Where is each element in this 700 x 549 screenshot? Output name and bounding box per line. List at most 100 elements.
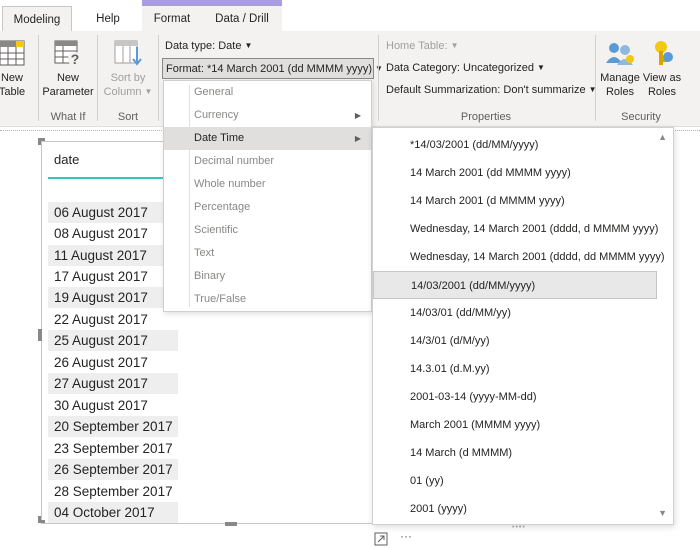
group-label-properties: Properties [460,111,512,123]
resize-handle[interactable] [38,329,42,341]
menu-item-scientific[interactable]: Scientific [164,219,371,242]
resize-handle[interactable] [38,138,41,145]
manage-roles-label-2: Roles [605,86,635,98]
chevron-right-icon: ▶ [354,134,361,143]
date-format-option[interactable]: 14/3/01 (d/M/yy) [373,327,657,355]
sort-by-column-label-1: Sort by [110,72,146,84]
separator [97,35,98,121]
view-as-roles-label-2: Roles [647,86,677,98]
format-label: Format: *14 March 2001 (dd MMMM yyyy) [166,63,372,75]
date-format-option[interactable]: 2001 (yyyy) [373,495,657,523]
date-format-option[interactable]: 14 March 2001 (dd MMMM yyyy) [373,159,657,187]
scroll-up-icon[interactable]: ▲ [658,132,667,142]
menu-item-percentage[interactable]: Percentage [164,196,371,219]
svg-text:?: ? [71,51,80,67]
view-as-roles-label-1: View as [642,72,682,84]
date-format-option[interactable]: 01 (yy) [373,467,657,495]
data-category-label: Data Category: Uncategorized [386,62,534,74]
menu-item-binary[interactable]: Binary [164,265,371,288]
focus-mode-icon[interactable] [374,532,388,546]
new-parameter-label-1: New [56,72,79,84]
menu-item-whole-number[interactable]: Whole number [164,173,371,196]
format-dropdown[interactable]: Format: *14 March 2001 (dd MMMM yyyy)▼ [162,58,383,79]
table-row: 23 September 2017 [54,441,173,456]
date-format-option[interactable]: 14 March 2001 (d MMMM yyyy) [373,187,657,215]
table-row: 30 August 2017 [54,398,148,413]
date-format-option[interactable]: 14 March (d MMMM) [373,439,657,467]
tab-format[interactable]: Format [146,6,198,32]
default-summarization-dropdown[interactable]: Default Summarization: Don't summarize ▼ [386,84,596,96]
date-format-option[interactable]: Wednesday, 14 March 2001 (dddd, dd MMMM … [373,243,665,271]
caret-down-icon: ▼ [244,41,253,50]
group-label-sort: Sort [117,111,139,123]
menu-item-general[interactable]: General [164,81,371,104]
scroll-down-icon[interactable]: ▼ [658,508,667,518]
data-type-dropdown[interactable]: Data type: Date ▼ [165,40,252,52]
manage-roles-label-1: Manage [600,72,640,84]
resize-handle[interactable] [225,522,237,526]
menu-item-currency-label: Currency [194,109,239,121]
sort-by-column-button[interactable]: Sort by Column ▼ [100,39,156,99]
table-row: 26 August 2017 [54,355,148,370]
column-header-underline [48,177,164,179]
data-category-dropdown[interactable]: Data Category: Uncategorized ▼ [386,62,545,74]
date-format-option[interactable]: Wednesday, 14 March 2001 (dddd, d MMMM y… [373,215,658,243]
power-bi-modeling-view: Modeling Help Format Data / Drill New Ta… [0,0,700,549]
menu-item-date-time[interactable]: Date Time ▶ [164,127,371,150]
table-row: 20 September 2017 [48,416,178,437]
new-table-button[interactable]: New Table [0,39,32,99]
new-table-label-2: Table [0,86,26,98]
default-summarization-label: Default Summarization: Don't summarize [386,84,586,96]
table-row: 22 August 2017 [54,312,148,327]
separator [595,35,596,121]
format-category-menu: General Currency ▶ Date Time ▶ Decimal n… [163,80,372,312]
date-time-format-menu: *14/03/2001 (dd/MM/yyyy) 14 March 2001 (… [372,127,674,525]
new-parameter-button[interactable]: ? New Parameter [42,39,94,99]
home-table-dropdown[interactable]: Home Table: ▼ [386,40,458,52]
new-table-icon [0,40,25,66]
menu-item-decimal-number[interactable]: Decimal number [164,150,371,173]
separator [158,35,159,121]
date-format-option[interactable]: 14/03/01 (dd/MM/yy) [373,299,657,327]
table-row: 06 August 2017 [48,202,178,223]
menu-item-date-time-label: Date Time [194,132,245,144]
column-header-date[interactable]: date [54,152,79,167]
view-as-roles-button[interactable]: View as Roles [642,39,682,99]
caret-down-icon: ▼ [144,87,153,96]
menu-item-true-false[interactable]: True/False [164,288,371,311]
caret-down-icon: ▼ [536,63,545,72]
tab-help[interactable]: Help [80,6,136,32]
sort-by-column-label-2: Column [103,86,142,98]
date-format-option[interactable]: 2001-03-14 (yyyy-MM-dd) [373,383,657,411]
tab-data-drill[interactable]: Data / Drill [206,6,278,32]
group-label-what-if: What If [50,111,86,123]
sort-by-column-icon [114,40,142,66]
menu-item-text[interactable]: Text [164,242,371,265]
manage-roles-button[interactable]: Manage Roles [598,39,642,99]
table-row: 08 August 2017 [54,226,148,241]
table-row: 25 August 2017 [48,330,178,351]
date-format-option-highlighted[interactable]: 14/03/2001 (dd/MM/yyyy) [373,271,657,299]
data-type-label: Data type: Date [165,40,242,52]
chevron-right-icon: ▶ [354,111,361,120]
menu-resize-grip-icon[interactable]: •••• [512,524,526,531]
new-parameter-label-2: Parameter [42,86,94,98]
table-row: 04 October 2017 [48,502,178,523]
date-format-option[interactable]: *14/03/2001 (dd/MM/yyyy) [373,131,657,159]
home-table-label: Home Table: [386,40,448,52]
caret-down-icon: ▼ [450,41,459,50]
more-options-icon[interactable]: ··· [400,529,412,543]
date-format-option[interactable]: March 2001 (MMMM yyyy) [373,411,657,439]
table-row: 17 August 2017 [54,269,148,284]
menu-item-currency[interactable]: Currency ▶ [164,104,371,127]
manage-roles-icon [606,43,634,65]
date-format-option[interactable]: 14.3.01 (d.M.yy) [373,355,657,383]
table-row: 28 September 2017 [54,484,173,499]
tab-modeling[interactable]: Modeling [2,6,72,33]
separator [38,35,39,121]
group-label-security: Security [621,111,661,123]
table-row: 11 August 2017 [48,245,178,266]
resize-handle[interactable] [38,516,41,523]
new-table-label-1: New [0,72,23,84]
new-parameter-icon: ? [54,40,82,67]
